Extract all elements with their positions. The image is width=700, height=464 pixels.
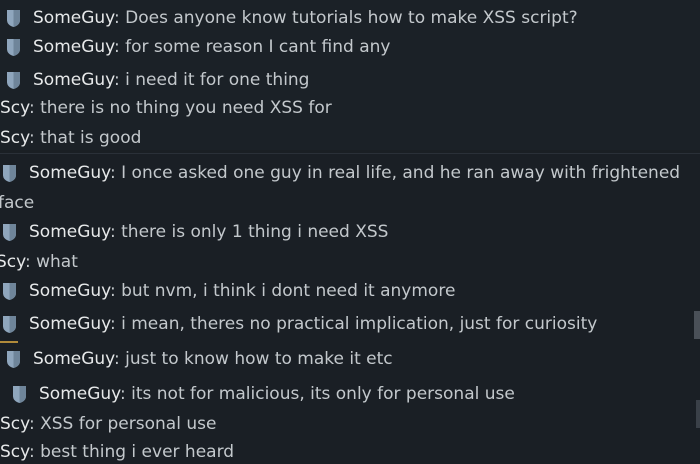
chat-message: SomeGuy: i mean, theres no practical imp…	[2, 313, 597, 335]
chat-separator: :	[28, 442, 41, 462]
shield-icon	[2, 221, 19, 243]
shield-icon	[6, 7, 23, 29]
chat-text: i need it for one thing	[125, 70, 310, 90]
chat-separator: :	[109, 314, 122, 334]
chat-text: XSS for personal use	[40, 414, 217, 434]
chat-text: there is only 1 thing i need XSS	[121, 222, 389, 242]
chat-separator: :	[119, 384, 132, 404]
chat-message: SomeGuy: just to know how to make it etc	[6, 348, 393, 370]
chat-separator: :	[28, 414, 41, 434]
chat-message: Scy: best thing i ever heard	[0, 441, 234, 463]
chat-text: face	[0, 193, 35, 213]
shield-icon	[6, 36, 23, 58]
scrollbar-thumb[interactable]	[694, 311, 700, 339]
chat-author[interactable]: Scy	[0, 128, 29, 148]
chat-separator: :	[109, 281, 122, 301]
chat-message: SomeGuy: its not for malicious, its only…	[12, 383, 515, 405]
chat-message: Scy: XSS for personal use	[0, 413, 216, 435]
chat-text: just to know how to make it etc	[125, 349, 393, 369]
chat-author[interactable]: SomeGuy	[39, 384, 120, 404]
chat-author[interactable]: SomeGuy	[29, 281, 110, 301]
chat-author[interactable]: SomeGuy	[33, 349, 114, 369]
chat-separator: :	[113, 349, 126, 369]
chat-separator: :	[113, 37, 126, 57]
chat-message: Scy: that is good	[0, 127, 141, 149]
chat-separator: :	[109, 222, 122, 242]
chat-message: face	[0, 192, 34, 214]
chat-text: that is good	[40, 128, 142, 148]
chat-text: but nvm, i think i dont need it anymore	[121, 281, 456, 301]
chat-text: its not for malicious, its only for pers…	[131, 384, 515, 404]
chat-message: Scy: there is no thing you need XSS for	[0, 97, 332, 119]
chat-separator: :	[113, 70, 126, 90]
chat-text: what	[36, 252, 78, 272]
chat-text: I once asked one guy in real life, and h…	[121, 163, 681, 183]
chat-author[interactable]: SomeGuy	[29, 163, 110, 183]
highlight-mark	[0, 341, 18, 343]
chat-separator: :	[28, 128, 41, 148]
chat-separator: :	[28, 98, 41, 118]
chat-message: Scy: what	[0, 251, 78, 273]
scrollbar-track-mark[interactable]	[696, 400, 700, 428]
chat-author[interactable]: Scy	[0, 414, 29, 434]
chat-separator: :	[113, 8, 126, 28]
chat-message: SomeGuy: there is only 1 thing i need XS…	[2, 221, 388, 243]
chat-text: best thing i ever heard	[40, 442, 235, 462]
chat-author[interactable]: Scy	[0, 98, 29, 118]
chat-text: Does anyone know tutorials how to make X…	[125, 8, 578, 28]
chat-message: SomeGuy: i need it for one thing	[6, 69, 309, 91]
chat-author[interactable]: Scy	[0, 252, 25, 272]
chat-text: there is no thing you need XSS for	[40, 98, 332, 118]
shield-icon	[2, 162, 19, 184]
chat-author[interactable]: SomeGuy	[33, 8, 114, 28]
chat-author[interactable]: SomeGuy	[29, 222, 110, 242]
chat-message: SomeGuy: Does anyone know tutorials how …	[6, 7, 578, 29]
chat-author[interactable]: SomeGuy	[29, 314, 110, 334]
shield-icon	[6, 69, 23, 91]
chat-separator: :	[24, 252, 37, 272]
chat-author[interactable]: SomeGuy	[33, 37, 114, 57]
chat-message: SomeGuy: but nvm, i think i dont need it…	[2, 280, 455, 302]
chat-author[interactable]: Scy	[0, 442, 29, 462]
shield-icon	[6, 348, 23, 370]
chat-message: SomeGuy: for some reason I cant find any	[6, 36, 390, 58]
shield-icon	[2, 313, 19, 335]
chat-separator: :	[109, 163, 122, 183]
chat-text: i mean, theres no practical implication,…	[121, 314, 598, 334]
shield-icon	[12, 383, 29, 405]
shield-icon	[2, 280, 19, 302]
chat-text: for some reason I cant find any	[125, 37, 391, 57]
chat-message: SomeGuy: I once asked one guy in real li…	[2, 162, 680, 184]
chat-author[interactable]: SomeGuy	[33, 70, 114, 90]
